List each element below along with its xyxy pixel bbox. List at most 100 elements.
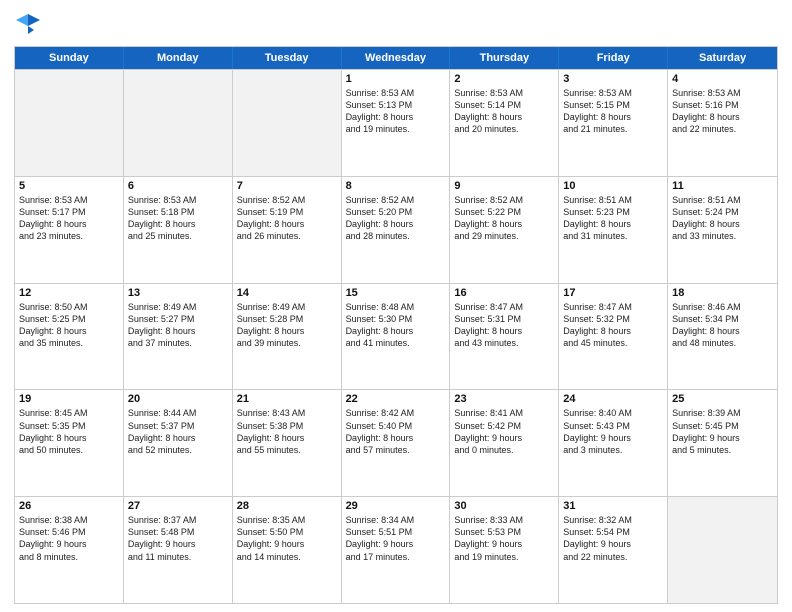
calendar-row-4: 19 Sunrise: 8:45 AM Sunset: 5:35 PM Dayli… — [15, 389, 777, 496]
day-cell-22: 22 Sunrise: 8:42 AM Sunset: 5:40 PM Dayli… — [342, 390, 451, 496]
page: SundayMondayTuesdayWednesdayThursdayFrid… — [0, 0, 792, 612]
day-cell-19: 19 Sunrise: 8:45 AM Sunset: 5:35 PM Dayli… — [15, 390, 124, 496]
day-cell-20: 20 Sunrise: 8:44 AM Sunset: 5:37 PM Dayli… — [124, 390, 233, 496]
day-cell-6: 6Sunrise: 8:53 AM Sunset: 5:18 PM Daylig… — [124, 177, 233, 283]
day-number: 11 — [672, 180, 773, 192]
calendar-header: SundayMondayTuesdayWednesdayThursdayFrid… — [15, 47, 777, 69]
day-info: Sunrise: 8:48 AM Sunset: 5:30 PM Dayligh… — [346, 301, 446, 350]
day-info: Sunrise: 8:52 AM Sunset: 5:22 PM Dayligh… — [454, 194, 554, 243]
day-cell-21: 21 Sunrise: 8:43 AM Sunset: 5:38 PM Dayli… — [233, 390, 342, 496]
day-number: 26 — [19, 500, 119, 512]
logo-icon — [14, 10, 42, 38]
day-cell-12: 12 Sunrise: 8:50 AM Sunset: 5:25 PM Dayli… — [15, 284, 124, 390]
day-cell-10: 10 Sunrise: 8:51 AM Sunset: 5:23 PM Dayli… — [559, 177, 668, 283]
day-number: 17 — [563, 287, 663, 299]
header-day-saturday: Saturday — [668, 47, 777, 69]
day-number: 14 — [237, 287, 337, 299]
day-number: 5 — [19, 180, 119, 192]
day-info: Sunrise: 8:52 AM Sunset: 5:20 PM Dayligh… — [346, 194, 446, 243]
empty-cell — [233, 70, 342, 176]
day-info: Sunrise: 8:41 AM Sunset: 5:42 PM Dayligh… — [454, 407, 554, 456]
calendar-row-1: 1 Sunrise: 8:53 AM Sunset: 5:13 PM Daylig… — [15, 69, 777, 176]
day-cell-9: 9 Sunrise: 8:52 AM Sunset: 5:22 PM Daylig… — [450, 177, 559, 283]
day-number: 19 — [19, 393, 119, 405]
header-day-tuesday: Tuesday — [233, 47, 342, 69]
day-cell-1: 1 Sunrise: 8:53 AM Sunset: 5:13 PM Daylig… — [342, 70, 451, 176]
day-cell-18: 18 Sunrise: 8:46 AM Sunset: 5:34 PM Dayli… — [668, 284, 777, 390]
day-cell-27: 27Sunrise: 8:37 AM Sunset: 5:48 PM Dayli… — [124, 497, 233, 603]
day-cell-24: 24Sunrise: 8:40 AM Sunset: 5:43 PM Dayli… — [559, 390, 668, 496]
day-info: Sunrise: 8:32 AM Sunset: 5:54 PM Dayligh… — [563, 514, 663, 563]
day-info: Sunrise: 8:53 AM Sunset: 5:16 PM Dayligh… — [672, 87, 773, 136]
day-cell-5: 5 Sunrise: 8:53 AM Sunset: 5:17 PM Daylig… — [15, 177, 124, 283]
calendar-row-2: 5 Sunrise: 8:53 AM Sunset: 5:17 PM Daylig… — [15, 176, 777, 283]
day-info: Sunrise: 8:35 AM Sunset: 5:50 PM Dayligh… — [237, 514, 337, 563]
day-cell-2: 2 Sunrise: 8:53 AM Sunset: 5:14 PM Daylig… — [450, 70, 559, 176]
day-number: 9 — [454, 180, 554, 192]
day-info: Sunrise: 8:34 AM Sunset: 5:51 PM Dayligh… — [346, 514, 446, 563]
day-info: Sunrise: 8:50 AM Sunset: 5:25 PM Dayligh… — [19, 301, 119, 350]
day-info: Sunrise: 8:53 AM Sunset: 5:17 PM Dayligh… — [19, 194, 119, 243]
day-info: Sunrise: 8:53 AM Sunset: 5:14 PM Dayligh… — [454, 87, 554, 136]
day-number: 21 — [237, 393, 337, 405]
day-info: Sunrise: 8:47 AM Sunset: 5:31 PM Dayligh… — [454, 301, 554, 350]
day-number: 2 — [454, 73, 554, 85]
day-cell-25: 25Sunrise: 8:39 AM Sunset: 5:45 PM Dayli… — [668, 390, 777, 496]
day-cell-11: 11 Sunrise: 8:51 AM Sunset: 5:24 PM Dayli… — [668, 177, 777, 283]
day-cell-17: 17Sunrise: 8:47 AM Sunset: 5:32 PM Dayli… — [559, 284, 668, 390]
day-number: 4 — [672, 73, 773, 85]
day-info: Sunrise: 8:43 AM Sunset: 5:38 PM Dayligh… — [237, 407, 337, 456]
header-day-thursday: Thursday — [450, 47, 559, 69]
day-number: 15 — [346, 287, 446, 299]
day-cell-26: 26 Sunrise: 8:38 AM Sunset: 5:46 PM Dayli… — [15, 497, 124, 603]
day-info: Sunrise: 8:49 AM Sunset: 5:27 PM Dayligh… — [128, 301, 228, 350]
header — [14, 10, 778, 38]
calendar-body: 1 Sunrise: 8:53 AM Sunset: 5:13 PM Daylig… — [15, 69, 777, 603]
day-info: Sunrise: 8:51 AM Sunset: 5:23 PM Dayligh… — [563, 194, 663, 243]
day-number: 20 — [128, 393, 228, 405]
day-info: Sunrise: 8:45 AM Sunset: 5:35 PM Dayligh… — [19, 407, 119, 456]
day-cell-13: 13 Sunrise: 8:49 AM Sunset: 5:27 PM Dayli… — [124, 284, 233, 390]
day-info: Sunrise: 8:51 AM Sunset: 5:24 PM Dayligh… — [672, 194, 773, 243]
day-info: Sunrise: 8:38 AM Sunset: 5:46 PM Dayligh… — [19, 514, 119, 563]
day-info: Sunrise: 8:40 AM Sunset: 5:43 PM Dayligh… — [563, 407, 663, 456]
day-cell-31: 31 Sunrise: 8:32 AM Sunset: 5:54 PM Dayli… — [559, 497, 668, 603]
day-cell-4: 4 Sunrise: 8:53 AM Sunset: 5:16 PM Daylig… — [668, 70, 777, 176]
day-number: 13 — [128, 287, 228, 299]
day-cell-15: 15 Sunrise: 8:48 AM Sunset: 5:30 PM Dayli… — [342, 284, 451, 390]
day-number: 29 — [346, 500, 446, 512]
header-day-friday: Friday — [559, 47, 668, 69]
day-cell-28: 28Sunrise: 8:35 AM Sunset: 5:50 PM Dayli… — [233, 497, 342, 603]
day-number: 7 — [237, 180, 337, 192]
empty-cell — [15, 70, 124, 176]
day-number: 3 — [563, 73, 663, 85]
calendar: SundayMondayTuesdayWednesdayThursdayFrid… — [14, 46, 778, 604]
day-info: Sunrise: 8:44 AM Sunset: 5:37 PM Dayligh… — [128, 407, 228, 456]
day-cell-29: 29 Sunrise: 8:34 AM Sunset: 5:51 PM Dayli… — [342, 497, 451, 603]
day-number: 31 — [563, 500, 663, 512]
header-day-wednesday: Wednesday — [342, 47, 451, 69]
day-info: Sunrise: 8:53 AM Sunset: 5:13 PM Dayligh… — [346, 87, 446, 136]
header-day-sunday: Sunday — [15, 47, 124, 69]
day-cell-30: 30Sunrise: 8:33 AM Sunset: 5:53 PM Dayli… — [450, 497, 559, 603]
day-number: 8 — [346, 180, 446, 192]
day-number: 1 — [346, 73, 446, 85]
day-info: Sunrise: 8:42 AM Sunset: 5:40 PM Dayligh… — [346, 407, 446, 456]
day-info: Sunrise: 8:39 AM Sunset: 5:45 PM Dayligh… — [672, 407, 773, 456]
day-cell-3: 3 Sunrise: 8:53 AM Sunset: 5:15 PM Daylig… — [559, 70, 668, 176]
logo — [14, 10, 46, 38]
day-number: 10 — [563, 180, 663, 192]
day-info: Sunrise: 8:49 AM Sunset: 5:28 PM Dayligh… — [237, 301, 337, 350]
empty-cell — [668, 497, 777, 603]
day-info: Sunrise: 8:46 AM Sunset: 5:34 PM Dayligh… — [672, 301, 773, 350]
day-cell-7: 7Sunrise: 8:52 AM Sunset: 5:19 PM Daylig… — [233, 177, 342, 283]
day-cell-16: 16Sunrise: 8:47 AM Sunset: 5:31 PM Dayli… — [450, 284, 559, 390]
day-info: Sunrise: 8:53 AM Sunset: 5:15 PM Dayligh… — [563, 87, 663, 136]
calendar-row-5: 26 Sunrise: 8:38 AM Sunset: 5:46 PM Dayli… — [15, 496, 777, 603]
day-number: 22 — [346, 393, 446, 405]
empty-cell — [124, 70, 233, 176]
day-number: 27 — [128, 500, 228, 512]
day-number: 12 — [19, 287, 119, 299]
day-number: 18 — [672, 287, 773, 299]
calendar-row-3: 12 Sunrise: 8:50 AM Sunset: 5:25 PM Dayli… — [15, 283, 777, 390]
